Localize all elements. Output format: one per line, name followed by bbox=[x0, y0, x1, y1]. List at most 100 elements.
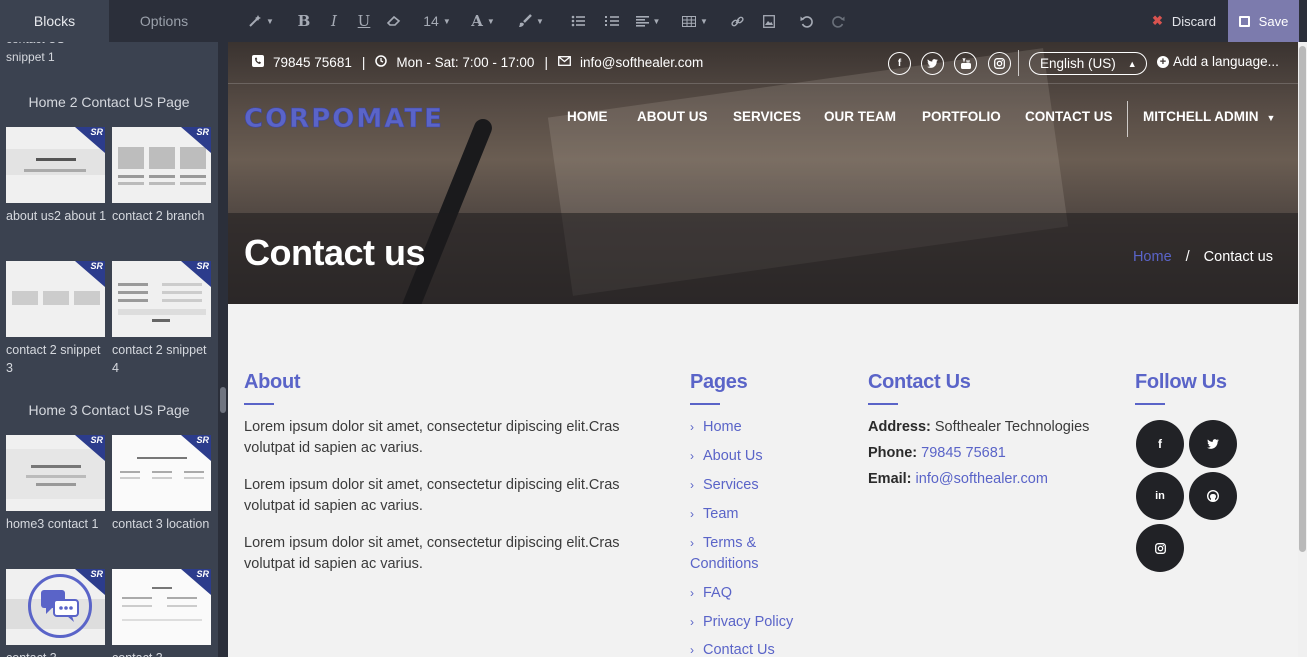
facebook-icon[interactable]: f bbox=[1136, 420, 1184, 468]
phone-info: 79845 75681 bbox=[252, 55, 352, 70]
magic-wand-icon[interactable]: ▼ bbox=[241, 0, 281, 42]
font-color-icon[interactable]: A ▼ bbox=[463, 0, 503, 42]
snippet-label: about us2 about 1 bbox=[6, 209, 107, 223]
page-link-faq[interactable]: › FAQ bbox=[690, 583, 732, 604]
instagram-icon[interactable] bbox=[988, 52, 1011, 75]
save-button[interactable]: Save bbox=[1228, 0, 1299, 42]
image-icon[interactable] bbox=[753, 0, 785, 42]
tab-options[interactable]: Options bbox=[109, 0, 219, 42]
discard-button[interactable]: ✖ Discard bbox=[1141, 0, 1227, 42]
align-dropdown-icon[interactable]: ▼ bbox=[629, 0, 667, 42]
undo-icon[interactable] bbox=[789, 0, 823, 42]
email-info: info@softhealer.com bbox=[558, 55, 703, 70]
chevron-right-icon: › bbox=[690, 478, 694, 492]
page-scrollbar[interactable] bbox=[1298, 42, 1307, 657]
paint-brush-icon[interactable]: ▼ bbox=[509, 0, 553, 42]
chevron-right-icon: › bbox=[690, 643, 694, 657]
redo-icon[interactable] bbox=[823, 0, 853, 42]
nav-home[interactable]: HOME bbox=[567, 109, 608, 124]
twitter-icon[interactable] bbox=[1189, 420, 1237, 468]
about-paragraph: Lorem ipsum dolor sit amet, consectetur … bbox=[244, 535, 620, 572]
panel-scroll-thumb[interactable] bbox=[220, 387, 226, 413]
page-link-home[interactable]: › Home bbox=[690, 417, 742, 438]
about-paragraph: Lorem ipsum dolor sit amet, consectetur … bbox=[244, 477, 620, 514]
eraser-icon[interactable] bbox=[379, 0, 409, 42]
facebook-icon[interactable]: f bbox=[888, 52, 911, 75]
breadcrumb-home[interactable]: Home bbox=[1133, 249, 1172, 265]
about-heading: About bbox=[244, 371, 301, 393]
floppy-disk-icon bbox=[1238, 15, 1250, 27]
snippet-label: contact 3 location bbox=[112, 517, 210, 531]
font-size-value: 14 bbox=[423, 13, 439, 29]
twitter-icon[interactable] bbox=[921, 52, 944, 75]
close-icon: ✖ bbox=[1152, 13, 1163, 28]
contact-heading: Contact Us bbox=[868, 371, 971, 393]
bold-icon[interactable]: B bbox=[289, 0, 319, 42]
phone-link[interactable]: 79845 75681 bbox=[921, 445, 1006, 461]
email-address[interactable]: info@softhealer.com bbox=[580, 55, 703, 70]
email-link[interactable]: info@softhealer.com bbox=[916, 471, 1048, 487]
user-name: MITCHELL ADMIN bbox=[1143, 109, 1259, 124]
snippet-label: contact 3 bbox=[112, 649, 214, 657]
italic-icon[interactable]: I bbox=[319, 0, 349, 42]
page-link-terms[interactable]: › Terms & Conditions bbox=[690, 533, 800, 575]
panel-scrollbar[interactable] bbox=[218, 42, 228, 657]
nav-divider bbox=[1127, 101, 1128, 137]
badge-sr: SR bbox=[196, 569, 209, 579]
badge-sr: SR bbox=[196, 127, 209, 137]
page-link-team[interactable]: › Team bbox=[690, 504, 738, 525]
snippet-label: contact US snippet 1 bbox=[6, 42, 65, 64]
badge-sr: SR bbox=[196, 261, 209, 271]
page-scroll-thumb[interactable] bbox=[1299, 46, 1306, 552]
snippet-thumbnail[interactable]: SR bbox=[112, 569, 211, 645]
phone-label: Phone: bbox=[868, 445, 918, 461]
toolbar-edge bbox=[1299, 0, 1307, 42]
page-link-label: Home bbox=[703, 419, 742, 435]
caret-up-icon: ▲ bbox=[1127, 58, 1137, 69]
snippet-thumbnail[interactable]: SR bbox=[112, 261, 211, 337]
section-heading-home2: Home 2 Contact US Page bbox=[28, 94, 190, 110]
page-link-contact[interactable]: › Contact Us bbox=[690, 640, 775, 657]
badge-sr: SR bbox=[90, 435, 103, 445]
instagram-icon[interactable] bbox=[1136, 524, 1184, 572]
phone-number[interactable]: 79845 75681 bbox=[273, 55, 352, 70]
nav-about-us[interactable]: ABOUT US bbox=[637, 109, 708, 124]
snippet-thumbnail[interactable]: SR bbox=[6, 127, 105, 203]
contact-address: Address: Softhealer Technologies bbox=[868, 419, 1089, 435]
snippet-thumbnail[interactable]: SR bbox=[112, 435, 211, 511]
chevron-right-icon: › bbox=[690, 536, 694, 550]
link-icon[interactable] bbox=[721, 0, 753, 42]
chat-icon[interactable] bbox=[28, 574, 92, 638]
snippet-thumbnail[interactable]: SR bbox=[112, 127, 211, 203]
page-link-about[interactable]: › About Us bbox=[690, 446, 763, 467]
heading-underline bbox=[868, 403, 898, 405]
nav-our-team[interactable]: OUR TEAM bbox=[824, 109, 896, 124]
snippet-label: home3 contact 1 bbox=[6, 517, 99, 531]
nav-portfolio[interactable]: PORTFOLIO bbox=[922, 109, 1001, 124]
snippet-thumbnail[interactable]: SR bbox=[6, 261, 105, 337]
site-logo[interactable]: CORPOMATE bbox=[244, 104, 444, 135]
page-link-privacy[interactable]: › Privacy Policy bbox=[690, 612, 793, 633]
chevron-right-icon: › bbox=[690, 586, 694, 600]
table-icon[interactable]: ▼ bbox=[673, 0, 717, 42]
pages-heading: Pages bbox=[690, 371, 748, 393]
clock-icon bbox=[375, 55, 388, 70]
page-link-services[interactable]: › Services bbox=[690, 475, 759, 496]
nav-services[interactable]: SERVICES bbox=[733, 109, 801, 124]
snippet-thumbnail[interactable]: SR bbox=[6, 435, 105, 511]
font-size-dropdown[interactable]: 14 ▼ bbox=[415, 0, 459, 42]
badge-sr: SR bbox=[90, 261, 103, 271]
user-menu[interactable]: MITCHELL ADMIN ▼ bbox=[1143, 109, 1275, 124]
section-heading-home3: Home 3 Contact US Page bbox=[28, 402, 190, 418]
youtube-icon[interactable] bbox=[954, 52, 977, 75]
numbered-list-icon[interactable] bbox=[595, 0, 629, 42]
add-language-link[interactable]: + Add a language... bbox=[1157, 54, 1279, 69]
github-icon[interactable] bbox=[1189, 472, 1237, 520]
tab-blocks[interactable]: Blocks bbox=[0, 0, 109, 42]
contact-phone: Phone: 79845 75681 bbox=[868, 445, 1006, 461]
bullet-list-icon[interactable] bbox=[561, 0, 595, 42]
nav-contact-us[interactable]: CONTACT US bbox=[1025, 109, 1113, 124]
underline-icon[interactable]: U bbox=[349, 0, 379, 42]
language-selector[interactable]: English (US) ▲ bbox=[1029, 52, 1147, 75]
linkedin-icon[interactable]: in bbox=[1136, 472, 1184, 520]
